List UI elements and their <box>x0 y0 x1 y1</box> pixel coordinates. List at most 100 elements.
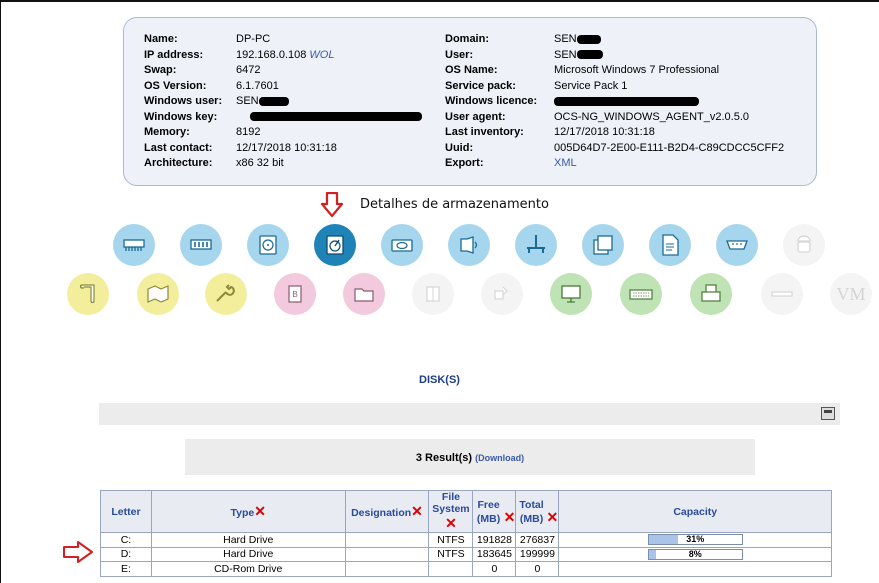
cell-letter: C: <box>100 532 152 548</box>
info-domain-value: SEN <box>554 32 601 48</box>
files-icon[interactable] <box>582 224 624 266</box>
wol-link[interactable]: WOL <box>309 49 334 61</box>
info-label: IP address: <box>144 48 204 61</box>
info-winuser-value: SEN <box>236 94 289 110</box>
download-link[interactable]: (Download) <box>475 453 524 463</box>
redaction <box>576 34 601 44</box>
info-label: Name: <box>144 33 178 45</box>
info-label: Windows key: <box>144 110 218 123</box>
cell-type: Hard Drive <box>150 532 346 548</box>
results-box: 3 Result(s) (Download) <box>185 439 755 475</box>
port-icon[interactable] <box>716 224 758 266</box>
grid-icon[interactable] <box>481 273 523 315</box>
results-label: 3 Result(s) <box>415 452 473 464</box>
cell-free: 0 <box>472 561 517 577</box>
column-header-total[interactable]: Total (MB) ✕ <box>515 490 560 533</box>
capacity-bar: 31% <box>647 534 743 546</box>
column-header-filesystem[interactable]: File System ✕ <box>428 490 474 533</box>
info-uuid-value: 005D64D7-2E00-E111-B2D4-C89CDCC5CFF2 <box>554 141 785 154</box>
info-lastinventory-value: 12/17/2018 10:31:18 <box>554 126 655 138</box>
annotation-text: Detalhes de armazenamento <box>360 197 549 212</box>
export-xml-link[interactable]: XML <box>554 157 577 169</box>
red-arrow-down-icon <box>320 192 344 218</box>
user-text: SEN <box>554 48 577 61</box>
column-header-type[interactable]: Type✕ <box>150 490 346 533</box>
info-winkey-value <box>250 110 422 126</box>
disks-section-title: DISK(S) <box>419 374 460 386</box>
table-row: D: Hard Drive NTFS 183645 199999 8% <box>100 546 832 562</box>
android-icon[interactable] <box>783 224 825 266</box>
ip-address: 192.168.0.108 <box>236 48 307 61</box>
drive-icon[interactable] <box>381 224 423 266</box>
printer-icon[interactable] <box>690 273 732 315</box>
info-licence-value <box>554 94 699 110</box>
info-swap-value: 6472 <box>236 64 261 76</box>
column-label: Capacity <box>673 505 718 518</box>
keyboard-icon[interactable] <box>620 273 662 315</box>
bios-icon[interactable]: B <box>274 273 316 315</box>
cell-total: 199999 <box>515 546 560 562</box>
cell-total: 0 <box>515 561 560 577</box>
info-name-value: DP-PC <box>236 33 271 45</box>
info-label: Uuid: <box>445 141 474 154</box>
domain-text: SEN <box>554 33 577 45</box>
package-icon[interactable] <box>412 273 454 315</box>
info-user-value: SEN <box>554 48 603 64</box>
document-icon[interactable] <box>649 224 691 266</box>
remove-column-icon[interactable]: ✕ <box>504 509 516 525</box>
column-header-free[interactable]: Free (MB) ✕ <box>472 490 517 533</box>
remove-column-icon[interactable]: ✕ <box>445 515 457 531</box>
column-label: Designation <box>351 507 412 519</box>
disk-icon[interactable] <box>314 224 356 266</box>
remove-column-icon[interactable]: ✕ <box>254 503 266 519</box>
info-label: User agent: <box>445 110 506 123</box>
table-row: E: CD-Rom Drive 0 0 <box>100 561 832 577</box>
map-icon[interactable] <box>137 273 179 315</box>
info-osversion-value: 6.1.7601 <box>236 79 279 92</box>
storage-icon[interactable] <box>247 224 289 266</box>
capacity-label: 8% <box>688 548 702 559</box>
network-icon[interactable] <box>113 224 155 266</box>
cell-filesystem: NTFS <box>428 546 474 562</box>
disks-table: Letter Type✕ Designation✕ File System ✕ F… <box>100 490 832 577</box>
memory-icon[interactable] <box>180 224 222 266</box>
remove-column-icon[interactable]: ✕ <box>411 503 423 519</box>
info-label: Windows user: <box>144 95 223 107</box>
computer-info-panel: Name: DP-PC IP address: 192.168.0.108 WO… <box>123 17 817 186</box>
info-export-value: XML <box>554 156 577 172</box>
bus-icon[interactable] <box>515 224 557 266</box>
wrench-icon[interactable] <box>205 273 247 315</box>
info-name: Name: <box>144 32 178 48</box>
cell-capacity: 8% <box>558 546 832 562</box>
capacity-bar: 8% <box>647 548 743 560</box>
folder-icon[interactable] <box>343 273 385 315</box>
column-label: Total (MB) <box>519 498 544 525</box>
slot-icon[interactable] <box>761 273 803 315</box>
red-arrow-right-icon <box>63 541 93 563</box>
info-label: User: <box>445 48 474 61</box>
scroll-icon[interactable] <box>67 273 109 315</box>
column-header-capacity[interactable]: Capacity <box>558 490 832 533</box>
vm-icon[interactable]: VM <box>830 273 872 315</box>
column-header-designation[interactable]: Designation✕ <box>344 490 430 533</box>
winuser-text: SEN <box>236 95 259 107</box>
cell-filesystem: NTFS <box>428 532 474 548</box>
collapse-icon[interactable] <box>821 407 835 420</box>
info-label: Export: <box>445 157 484 169</box>
results-count: 3 Result(s) (Download) <box>185 452 755 464</box>
remove-column-icon[interactable]: ✕ <box>547 509 559 525</box>
info-label: Swap: <box>144 64 177 76</box>
column-header-letter[interactable]: Letter <box>100 490 152 533</box>
cell-free: 183645 <box>472 546 517 562</box>
monitor-icon[interactable] <box>550 273 592 315</box>
cell-filesystem <box>428 561 474 577</box>
redaction <box>554 96 699 106</box>
audio-icon[interactable] <box>448 224 490 266</box>
cell-designation <box>344 546 430 562</box>
info-label: OS Version: <box>144 79 207 92</box>
info-label: Service pack: <box>445 79 516 92</box>
info-label: Architecture: <box>144 157 213 169</box>
cell-capacity <box>558 561 832 577</box>
info-label: Last inventory: <box>445 126 524 138</box>
cell-designation <box>344 561 430 577</box>
